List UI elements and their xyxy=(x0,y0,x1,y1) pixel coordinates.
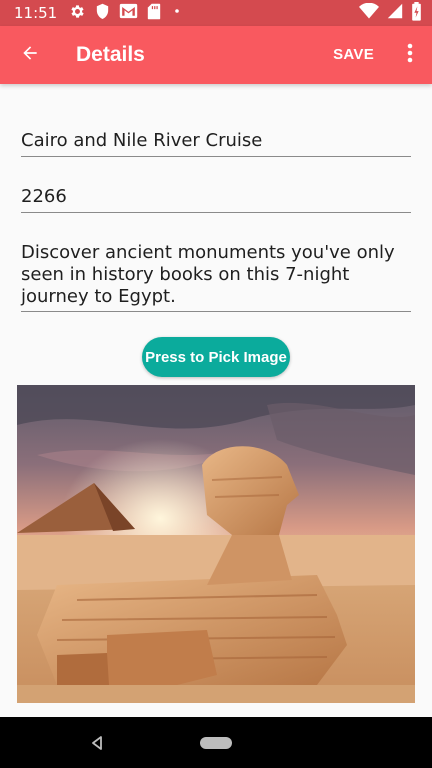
destination-image xyxy=(17,385,415,703)
description-field[interactable]: Discover ancient monuments you've only s… xyxy=(21,242,411,312)
navigation-bar xyxy=(0,717,432,768)
back-button[interactable] xyxy=(0,26,60,84)
more-vert-icon xyxy=(407,43,413,67)
notification-icons xyxy=(69,3,184,24)
app-bar: Details SAVE xyxy=(0,26,432,84)
nav-home-pill[interactable] xyxy=(200,737,232,749)
gear-icon xyxy=(69,3,86,24)
nav-back-icon[interactable] xyxy=(90,735,104,754)
battery-icon xyxy=(411,1,422,25)
overflow-menu-button[interactable] xyxy=(388,26,432,84)
wifi-icon xyxy=(359,2,379,23)
gmail-icon xyxy=(119,3,138,23)
pick-image-button[interactable]: Press to Pick Image xyxy=(142,337,290,377)
dot-icon xyxy=(170,4,184,22)
arrow-back-icon xyxy=(20,43,40,67)
sd-card-icon xyxy=(147,3,161,24)
save-button[interactable]: SAVE xyxy=(319,26,388,84)
status-time: 11:51 xyxy=(14,4,58,22)
system-icons xyxy=(359,1,422,25)
sphinx-and-pyramid-icon xyxy=(17,385,415,703)
price-field[interactable]: 2266 xyxy=(21,186,411,213)
shield-icon xyxy=(95,3,110,24)
title-field[interactable]: Cairo and Nile River Cruise xyxy=(21,130,411,157)
signal-icon xyxy=(387,3,403,23)
status-bar: 11:51 xyxy=(0,0,432,26)
page-title: Details xyxy=(76,43,145,66)
